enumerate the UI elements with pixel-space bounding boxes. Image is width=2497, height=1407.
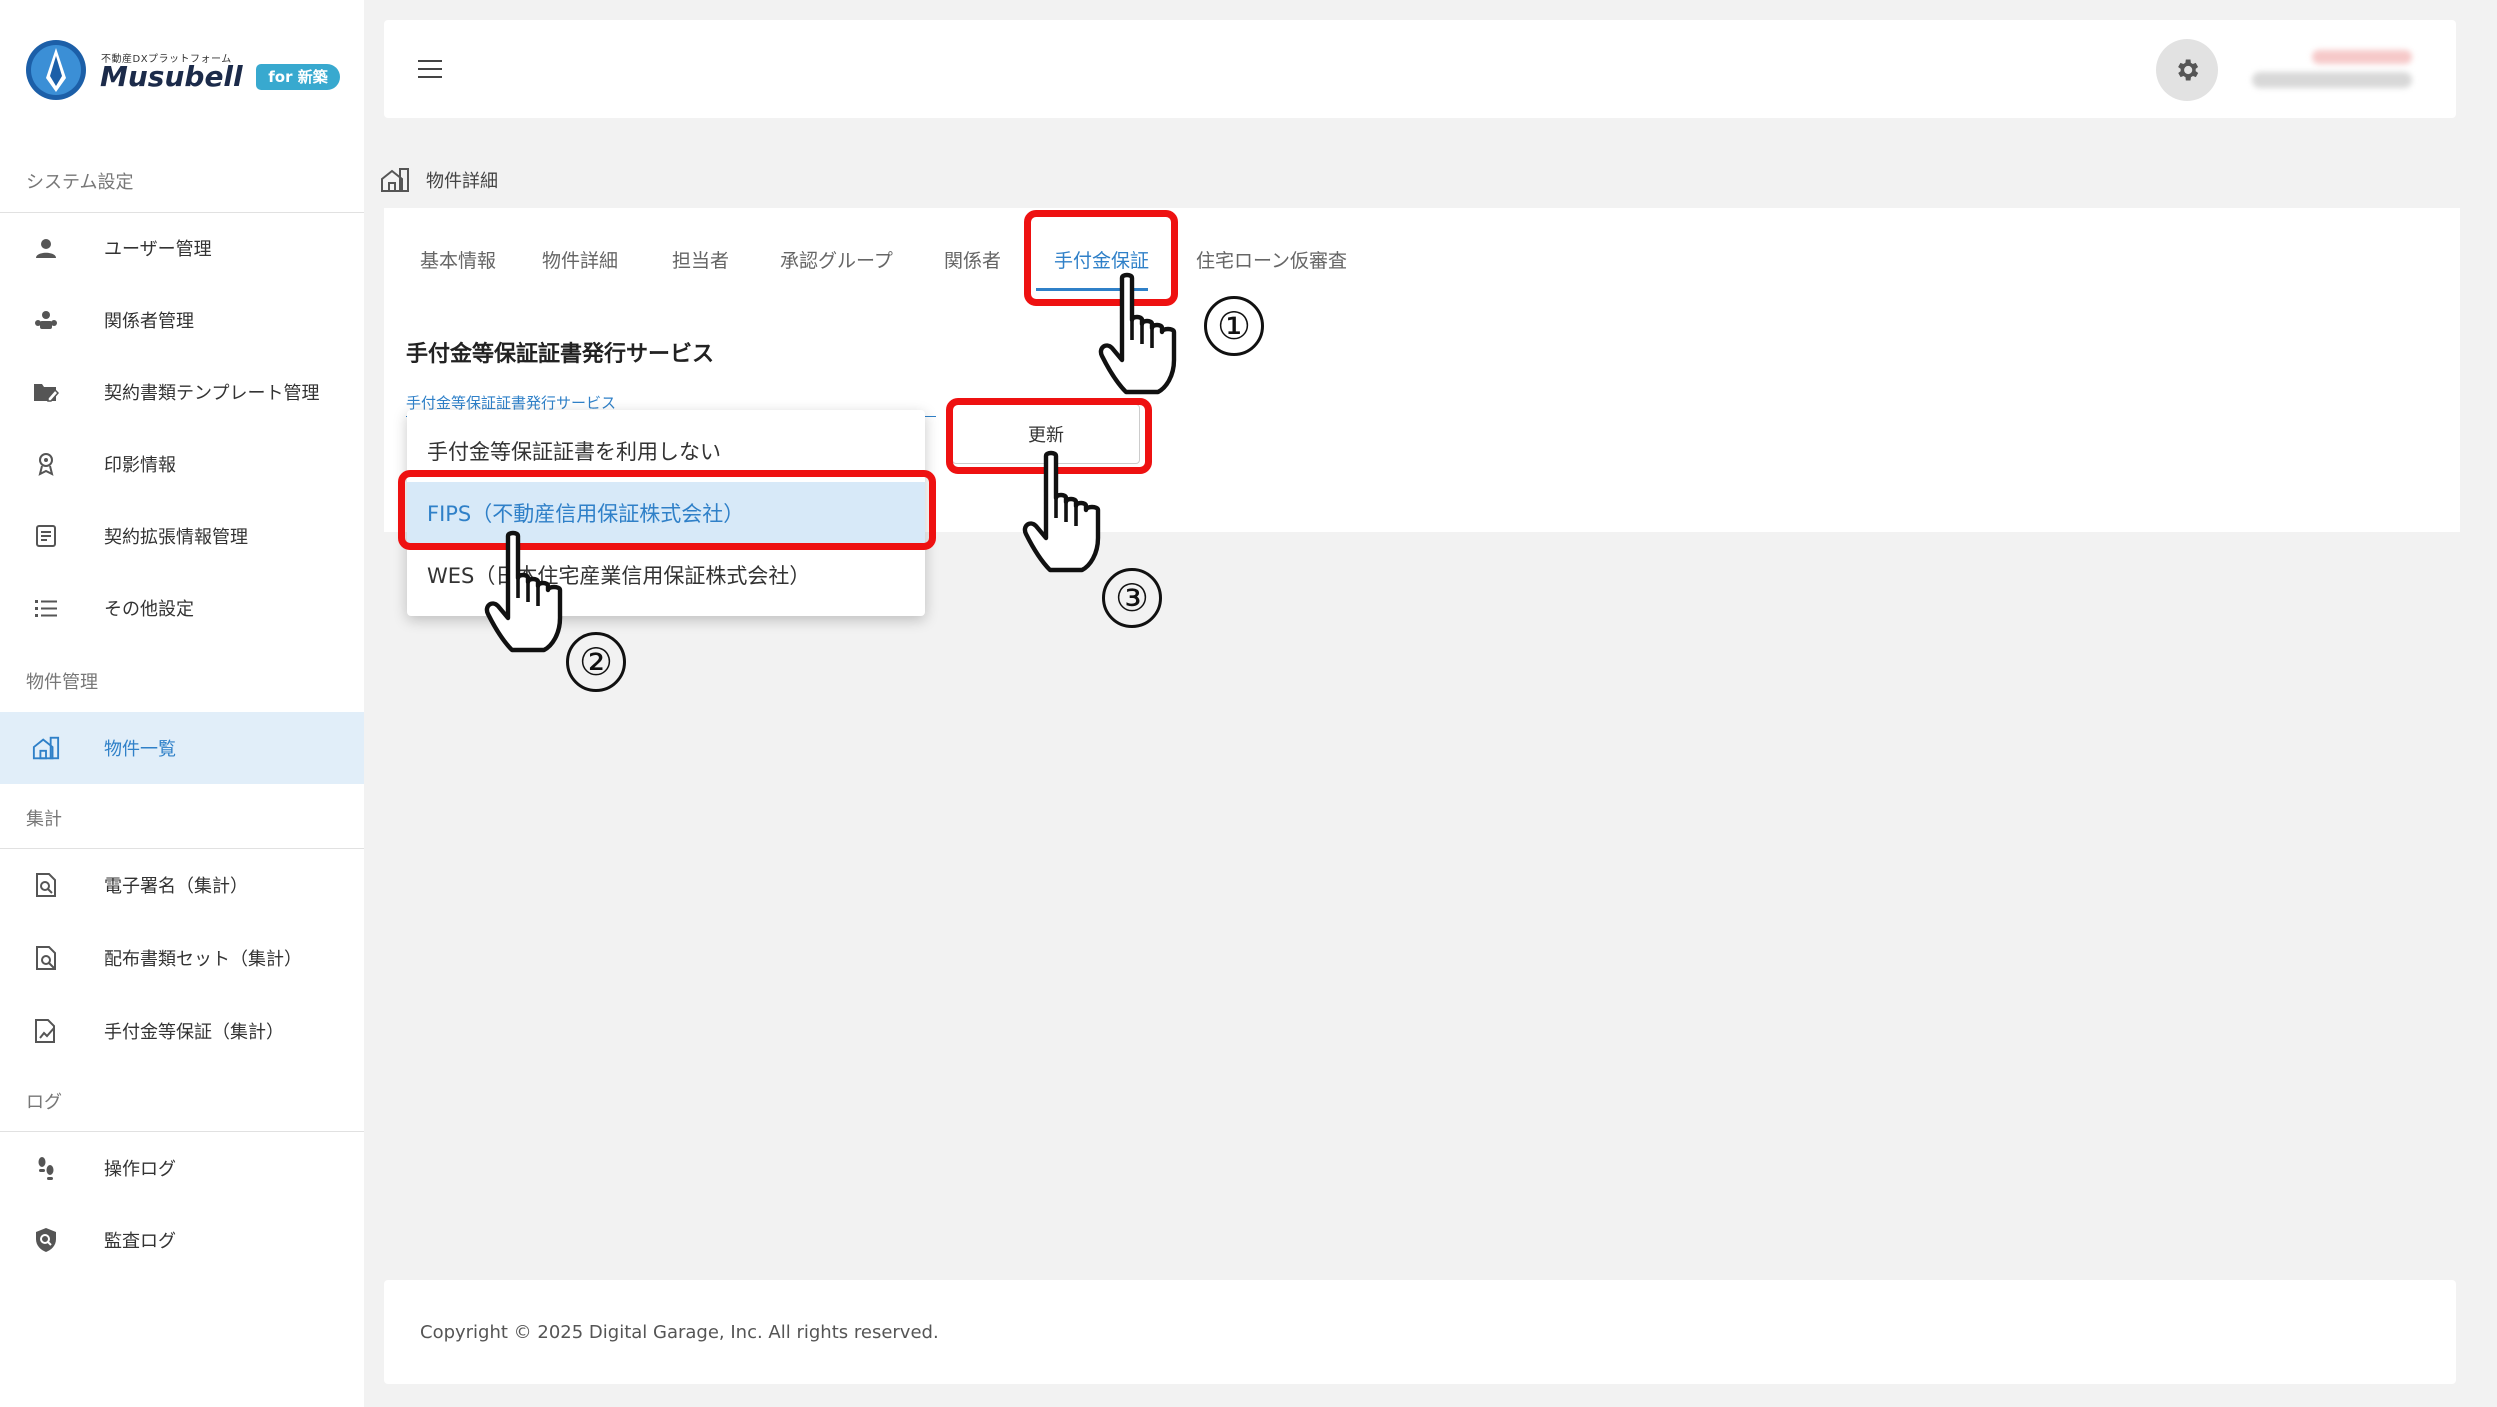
copyright-text: Copyright © 2025 Digital Garage, Inc. Al… — [420, 1322, 939, 1343]
gear-icon — [2178, 59, 2199, 81]
section-label-property-management: 物件管理 — [26, 672, 98, 693]
sidebar-item-label: 配布書類セット（集計） — [104, 949, 302, 970]
sidebar-item-esign-aggregate[interactable]: 電子署名（集計） — [0, 849, 364, 921]
doc-magnify-icon — [32, 944, 60, 972]
pointer-hand-icon — [1022, 450, 1101, 573]
doc-chart-icon — [32, 1017, 60, 1045]
musubell-logo-icon — [26, 40, 86, 100]
sidebar-item-other-settings[interactable]: その他設定 — [0, 572, 364, 644]
tab-basic-info[interactable]: 基本情報 — [420, 246, 496, 282]
sidebar-item-audit-log[interactable]: 監査ログ — [0, 1204, 364, 1276]
brand-badge: for 新築 — [256, 64, 340, 90]
step-number-2: ② — [566, 632, 626, 692]
sidebar-item-label: 契約拡張情報管理 — [104, 527, 248, 548]
building-icon — [381, 168, 409, 192]
sidebar-item-label: 契約書類テンプレート管理 — [104, 383, 320, 404]
sidebar-item-contract-extension[interactable]: 契約拡張情報管理 — [0, 500, 364, 572]
sidebar-item-contract-templates[interactable]: 契約書類テンプレート管理 — [0, 356, 364, 428]
sidebar-item-stakeholder-management[interactable]: 関係者管理 — [0, 284, 364, 356]
sidebar-item-user-management[interactable]: ユーザー管理 — [0, 212, 364, 284]
section-title: 手付金等保証証書発行サービス — [406, 342, 715, 367]
list-icon — [32, 594, 60, 622]
seal-icon — [32, 450, 60, 478]
sidebar-item-seal-info[interactable]: 印影情報 — [0, 428, 364, 500]
section-label-system-settings: システム設定 — [26, 172, 134, 193]
settings-button[interactable] — [2156, 39, 2218, 101]
tab-stakeholders[interactable]: 関係者 — [944, 246, 1001, 282]
sidebar-item-label: その他設定 — [104, 599, 194, 620]
sidebar-item-label: ユーザー管理 — [104, 239, 212, 260]
tab-property-details[interactable]: 物件詳細 — [542, 246, 618, 282]
sidebar-item-deposit-guarantee-aggregate[interactable]: 手付金等保証（集計） — [0, 995, 364, 1067]
footsteps-icon — [32, 1154, 60, 1182]
people-icon — [32, 306, 60, 334]
sidebar-item-label: 物件一覧 — [104, 739, 176, 760]
sidebar-item-property-list[interactable]: 物件一覧 — [0, 712, 364, 784]
folder-edit-icon — [32, 378, 60, 406]
breadcrumb-label: 物件詳細 — [426, 171, 498, 192]
sidebar-item-distribution-set-aggregate[interactable]: 配布書類セット（集計） — [0, 922, 364, 994]
brand-logo[interactable]: 不動産DXプラットフォーム Musubell for 新築 — [24, 36, 344, 102]
doc-search-icon — [32, 871, 60, 899]
pointer-hand-icon — [484, 530, 563, 653]
person-icon — [32, 234, 60, 262]
sidebar: 不動産DXプラットフォーム Musubell for 新築 システム設定 ユーザ… — [0, 0, 364, 1407]
tab-approval-group[interactable]: 承認グループ — [780, 246, 893, 282]
step-number-1: ① — [1204, 296, 1264, 356]
shield-search-icon — [32, 1226, 60, 1254]
brand-name: Musubell — [100, 60, 243, 93]
top-header — [384, 20, 2456, 118]
sidebar-item-label: 電子署名（集計） — [104, 876, 248, 897]
pointer-hand-icon — [1098, 272, 1177, 395]
sidebar-item-label: 関係者管理 — [104, 311, 194, 332]
document-list-icon — [32, 522, 60, 550]
tab-mortgage-prescreening[interactable]: 住宅ローン仮審査 — [1196, 246, 1347, 282]
section-label-aggregation: 集計 — [26, 809, 62, 830]
footer: Copyright © 2025 Digital Garage, Inc. Al… — [384, 1280, 2456, 1384]
sidebar-item-label: 操作ログ — [104, 1159, 176, 1180]
sidebar-item-label: 印影情報 — [104, 455, 176, 476]
building-icon — [32, 734, 60, 762]
step-number-3: ③ — [1102, 568, 1162, 628]
sidebar-item-label: 手付金等保証（集計） — [104, 1022, 284, 1043]
breadcrumb: 物件詳細 — [380, 166, 498, 194]
sidebar-item-operation-log[interactable]: 操作ログ — [0, 1132, 364, 1204]
option-not-use[interactable]: 手付金等保証証書を利用しない — [407, 420, 925, 482]
sidebar-item-label: 監査ログ — [104, 1231, 176, 1252]
user-menu-redacted[interactable] — [2252, 44, 2442, 96]
tab-staff[interactable]: 担当者 — [672, 246, 729, 282]
hamburger-icon[interactable] — [418, 60, 442, 78]
section-label-logs: ログ — [26, 1092, 62, 1113]
